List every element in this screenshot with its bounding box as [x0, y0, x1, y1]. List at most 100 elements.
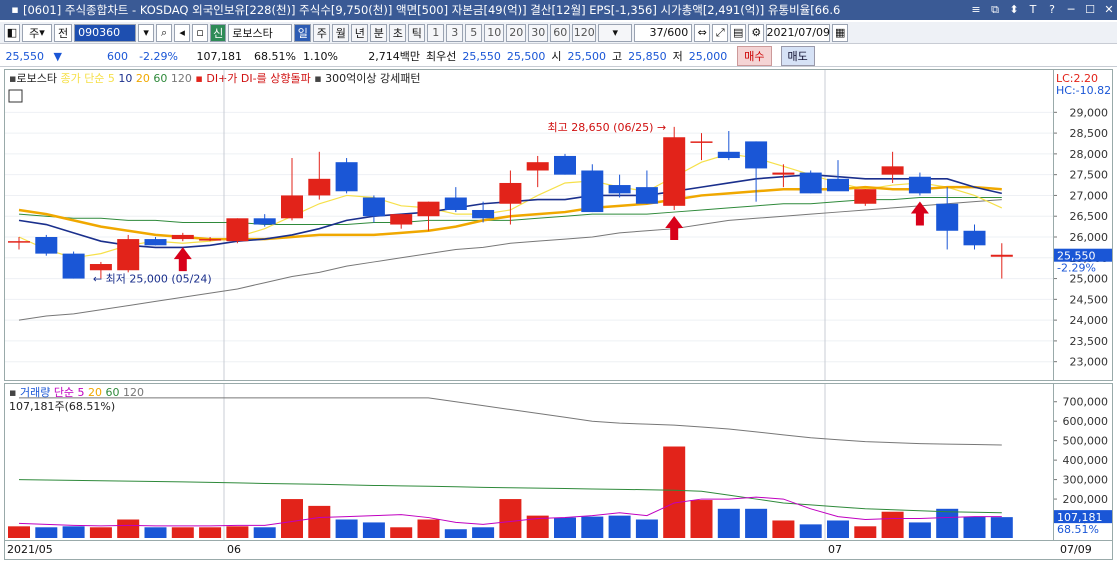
vol-ma120-line: [19, 397, 1002, 446]
candle-body: [35, 237, 58, 254]
calendar-icon[interactable]: ▦: [832, 23, 849, 42]
volume-chart-panel[interactable]: ▪ 거래량 단순 5 20 60 120 107,181주(68.51%): [4, 383, 1054, 541]
price-tick-label: 27,500: [1070, 169, 1109, 182]
volume-tick-label: 500,000: [1063, 435, 1109, 448]
interval-5[interactable]: 5: [465, 23, 483, 42]
volume-bar: [335, 519, 358, 538]
help-icon[interactable]: ?: [1044, 3, 1060, 17]
candle-body: [89, 264, 112, 271]
interval-1[interactable]: 1: [427, 23, 445, 42]
volume-bar: [554, 517, 576, 538]
volume-bar: [417, 519, 440, 538]
prev-button[interactable]: 전: [54, 23, 73, 42]
toolbar: ◧ 주 ▾ 전 090360 ▾ ⌕ ◂ ▫ 신 로보스타 일 주 월 년 분 초…: [0, 22, 1117, 44]
price-tick-label: 23,500: [1070, 335, 1109, 348]
trade-amount: 2,714백만: [368, 50, 420, 63]
candle-body: [253, 218, 276, 225]
candle-body: [936, 203, 959, 231]
candle-body: [62, 253, 85, 279]
stock-name-field[interactable]: 로보스타: [228, 23, 293, 42]
candle-body: [581, 170, 604, 213]
candle-body: [308, 178, 331, 196]
date-field[interactable]: 2021/07/09: [766, 23, 831, 42]
volume-bar: [608, 515, 631, 538]
panel-toggle-icon[interactable]: ◧: [4, 23, 20, 42]
volume-y-axis[interactable]: 700,000 600,000 500,000 400,000 300,000 200,0…: [1054, 383, 1113, 541]
interval-10[interactable]: 10: [484, 23, 505, 42]
tab-tick[interactable]: 틱: [408, 23, 426, 42]
low-label: 저: [672, 50, 683, 63]
speaker-icon[interactable]: ◂: [174, 23, 191, 42]
hc-label: HC:-10.82: [1056, 84, 1111, 97]
interval-120[interactable]: 120: [572, 23, 597, 42]
gear-icon[interactable]: ⚙: [748, 23, 765, 42]
current-price: 25,550 ▼: [5, 49, 62, 63]
volume-bar: [35, 527, 58, 538]
pin-icon[interactable]: ⬍: [1006, 3, 1022, 17]
lock-icon[interactable]: ▫: [192, 23, 209, 42]
price-tick-label: 27,000: [1070, 189, 1109, 202]
title-bar: ▪ [0601] 주식종합차트 - KOSDAQ 외국인보유[228(천)] 주…: [0, 0, 1117, 20]
interval-20[interactable]: 20: [506, 23, 527, 42]
tab-second[interactable]: 초: [389, 23, 407, 42]
candle-body: [881, 166, 904, 175]
volume-chart[interactable]: ▪ 거래량 단순 5 20 60 120107,181주(68.51%): [5, 384, 1053, 540]
close-button[interactable]: ✕: [1101, 3, 1117, 17]
price-chart-panel[interactable]: ▪로보스타 종가 단순 5 10 20 60 120 ▪ DI+가 DI-를 상…: [4, 69, 1054, 381]
change-percent: -2.29%: [139, 49, 178, 63]
volume-bar: [253, 527, 276, 538]
x-label-july: 07: [828, 543, 842, 556]
volume-tick-label: 600,000: [1063, 415, 1109, 428]
candle-body: [417, 201, 440, 217]
candle-body: [199, 239, 222, 241]
link-icon[interactable]: ⧉: [987, 3, 1003, 17]
interval-custom-select[interactable]: ▾: [598, 23, 633, 42]
low-price: 25,000: [688, 49, 728, 63]
candle-body: [772, 172, 795, 175]
volume-bar: [581, 516, 604, 538]
count-field[interactable]: 37/600: [634, 23, 693, 42]
volume-bar: [963, 516, 986, 538]
high-price: 25,850: [628, 49, 667, 63]
volume-value: 107,181: [196, 49, 243, 63]
maximize-button[interactable]: ☐: [1082, 3, 1098, 17]
tab-month[interactable]: 월: [332, 23, 350, 42]
dropdown-icon[interactable]: ▾: [138, 23, 155, 42]
font-icon[interactable]: T: [1025, 3, 1041, 17]
candle-body: [854, 189, 877, 204]
high-annotation: 최고 28,650 (06/25) →: [547, 121, 666, 134]
volume-tick-label: 700,000: [1063, 396, 1109, 409]
candle-body: [226, 218, 249, 242]
minimize-button[interactable]: ─: [1063, 3, 1079, 17]
price-chart[interactable]: ▪로보스타 종가 단순 5 10 20 60 120 ▪ DI+가 DI-를 상…: [5, 70, 1053, 380]
market-select[interactable]: 주 ▾: [22, 23, 52, 42]
buy-button[interactable]: 매수: [737, 46, 772, 66]
tab-year[interactable]: 년: [351, 23, 369, 42]
tab-minute[interactable]: 분: [370, 23, 388, 42]
crosshair-icon[interactable]: ⤢: [712, 23, 729, 42]
volume-bar: [171, 527, 194, 538]
candle-body: [444, 197, 467, 210]
price-tick-label: 29,000: [1070, 106, 1109, 119]
menu-icon[interactable]: ≡: [968, 3, 984, 17]
volume-bar: [827, 520, 849, 538]
candle-body: [362, 197, 385, 217]
search-icon[interactable]: ⌕: [156, 23, 173, 42]
scroll-icon[interactable]: ⇔: [694, 23, 711, 42]
candle-body: [745, 141, 768, 169]
tab-week[interactable]: 주: [313, 23, 331, 42]
ask-price: 25,550: [462, 49, 501, 63]
interval-3[interactable]: 3: [446, 23, 464, 42]
price-y-axis[interactable]: LC:2.20 HC:-10.82 29,000 28,500 28,000 27,500…: [1054, 69, 1113, 381]
candle-body: [117, 239, 140, 271]
save-icon[interactable]: ▤: [730, 23, 747, 42]
volume-bar: [226, 526, 249, 538]
candle-body: [963, 230, 986, 246]
sell-button[interactable]: 매도: [780, 46, 815, 66]
price-tick-label: 24,500: [1070, 293, 1109, 306]
interval-60[interactable]: 60: [550, 23, 571, 42]
last-pct-tag: -2.29%: [1057, 262, 1096, 275]
tab-day[interactable]: 일: [294, 23, 312, 42]
interval-30[interactable]: 30: [528, 23, 549, 42]
stock-code-input[interactable]: 090360: [74, 23, 137, 42]
